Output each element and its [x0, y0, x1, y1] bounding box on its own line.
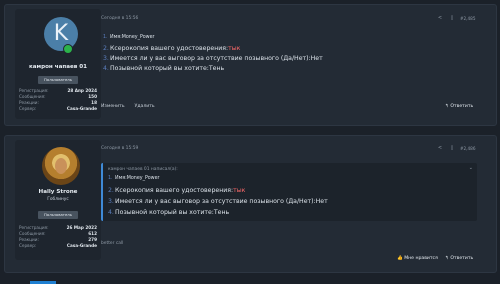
- like-button[interactable]: 👍 Мне нравится: [397, 256, 438, 261]
- share-icon[interactable]: <: [437, 15, 443, 21]
- content-line: 4. Позывной который вы хотите:Тень: [108, 209, 230, 216]
- post-timestamp[interactable]: Сегодня в 15:59: [101, 146, 138, 151]
- quote-content: 1. Имя:Money_Power 2. Ксерокопия вашего уд…: [108, 176, 328, 220]
- avatar[interactable]: [42, 147, 80, 185]
- content-line: 3. Имеется ли у вас выговор за отсутствие…: [103, 55, 323, 62]
- user-stats: Регистрация: 26 Мар 2022 Сообщения: 612 Ре…: [19, 225, 97, 249]
- content-line: 4. Позывной который вы хотите:Тень: [103, 65, 225, 72]
- reply-icon: ↰: [445, 256, 449, 261]
- quote-block[interactable]: камрон чапаев 01 написал(а): ⌄ 1. Имя:Mon…: [101, 163, 477, 221]
- post-2: Hally Strone Гоблинус Пользователь Регис…: [4, 135, 497, 273]
- stat-server: Сервер: Casa-Grande: [19, 106, 97, 111]
- post-actions: Изменить Удалить: [101, 104, 155, 109]
- content-line: 2. Ксерокопия вашего удостоверения: тык: [108, 187, 328, 198]
- stat-server: Сервер: Casa-Grande: [19, 243, 97, 248]
- post-content: 1. Имя:Money_Power 2. Ксерокопия вашего уд…: [103, 35, 323, 75]
- post-1-user-card: K камрон чапаев 01 Пользователь Регистра…: [15, 9, 101, 119]
- username[interactable]: Hally Strone: [15, 189, 101, 195]
- post-2-user-card: Hally Strone Гоблинус Пользователь Регис…: [15, 140, 101, 260]
- share-icon[interactable]: <: [437, 145, 443, 151]
- content-line: 2. Ксерокопия вашего удостоверения: тык: [103, 45, 323, 55]
- content-line: 1. Имя:Money_Power: [108, 176, 160, 181]
- post-number[interactable]: #2,485: [460, 16, 476, 21]
- link-tyk[interactable]: тык: [233, 187, 245, 198]
- role-badge: Пользователь: [38, 76, 78, 84]
- post-1: K камрон чапаев 01 Пользователь Регистра…: [4, 4, 497, 126]
- role-badge: Пользователь: [38, 211, 78, 219]
- bookmark-icon[interactable]: ▯: [449, 145, 455, 151]
- user-stats: Регистрация: 28 Апр 2024 Сообщения: 150 Ре…: [19, 88, 97, 112]
- edit-button[interactable]: Изменить: [101, 104, 125, 109]
- quote-author[interactable]: камрон чапаев 01 написал(а):: [108, 167, 178, 172]
- reply-button[interactable]: ↰ Ответить: [445, 256, 473, 261]
- post-body-text: better call: [101, 241, 124, 246]
- link-tyk[interactable]: тык: [228, 45, 240, 55]
- like-icon: 👍: [397, 256, 403, 261]
- bottom-bar: [0, 277, 500, 284]
- username[interactable]: камрон чапаев 01: [15, 64, 101, 70]
- avatar[interactable]: K: [44, 17, 78, 51]
- reply-icon: ↰: [445, 104, 449, 109]
- online-status-icon: [63, 44, 73, 54]
- content-line: 1. Имя:Money_Power: [103, 35, 155, 40]
- user-title: Гоблинус: [47, 197, 69, 202]
- post-timestamp[interactable]: Сегодня в 15:56: [101, 16, 138, 21]
- bookmark-icon[interactable]: ▯: [449, 15, 455, 21]
- post-number[interactable]: #2,486: [460, 146, 476, 151]
- reply-button[interactable]: ↰ Ответить: [445, 104, 473, 109]
- delete-button[interactable]: Удалить: [135, 104, 155, 109]
- expand-icon[interactable]: ⌄: [469, 165, 473, 171]
- content-line: 3. Имеется ли у вас выговор за отсутствие…: [108, 198, 328, 205]
